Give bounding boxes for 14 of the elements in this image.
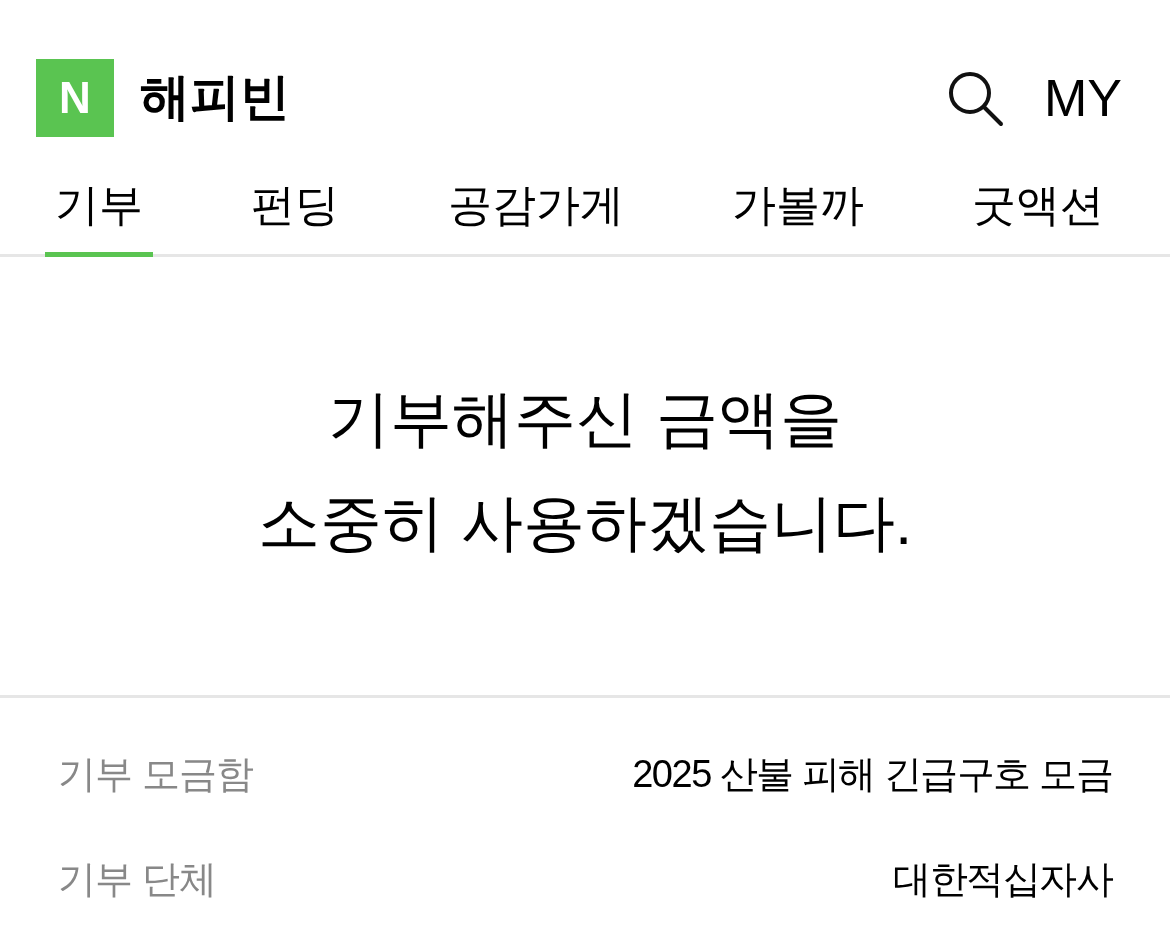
tab[interactable]: 공감가게 bbox=[437, 177, 634, 257]
thank-you-message: 소중히 사용하겠습니다. bbox=[257, 487, 913, 559]
logo: N bbox=[36, 58, 114, 137]
thank-you-message: 기부해주신 금액을 bbox=[328, 383, 842, 455]
detail-label: 기부 모금함 bbox=[58, 752, 253, 797]
detail-label: 기부 단체 bbox=[58, 857, 216, 902]
detail-value: 2025 산불 피해 긴급구호 모금 bbox=[632, 752, 1112, 797]
tab[interactable]: 가볼까 bbox=[721, 177, 874, 257]
tab[interactable]: 펀딩 bbox=[241, 177, 350, 257]
app-title: 해피빈 bbox=[140, 68, 290, 127]
my-button[interactable]: MY bbox=[1044, 71, 1122, 124]
detail-value: 대한적십자사 bbox=[893, 857, 1112, 902]
tab[interactable]: 기부 bbox=[45, 177, 153, 257]
tab[interactable]: 굿액션 bbox=[962, 177, 1114, 257]
